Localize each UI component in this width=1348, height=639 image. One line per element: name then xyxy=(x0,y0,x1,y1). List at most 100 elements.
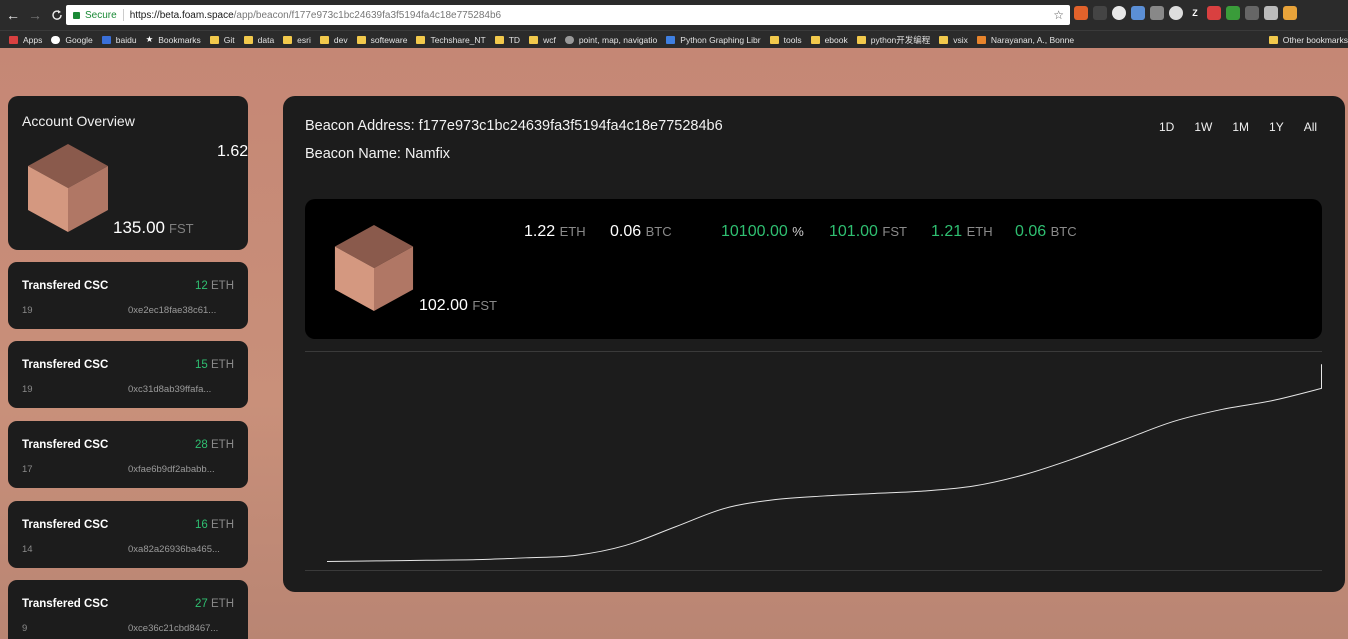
range-all-button[interactable]: All xyxy=(1304,120,1317,134)
folder-icon xyxy=(319,35,329,44)
p-logo-icon xyxy=(976,35,986,44)
cube-icon xyxy=(334,225,414,311)
account-overview-title: Account Overview xyxy=(22,113,135,129)
bookmark-bookmarks[interactable]: ★ Bookmarks xyxy=(146,34,201,45)
address-bar[interactable]: Secure https://beta.foam.space/app/beaco… xyxy=(66,5,1070,25)
percent-change: 10100.00 % xyxy=(721,223,804,240)
bookmark-folder[interactable]: Git xyxy=(209,35,235,45)
bookmark-folder[interactable]: softeware xyxy=(356,35,407,45)
forward-arrow-icon[interactable]: → xyxy=(24,4,46,26)
time-range-selector: 1D 1W 1M 1Y All xyxy=(1159,120,1317,134)
baidu-icon xyxy=(101,35,111,44)
other-bookmarks[interactable]: Other bookmarks xyxy=(1262,31,1348,48)
bookmark-folder[interactable]: python开发编程 xyxy=(856,34,930,46)
transaction-card[interactable]: Transfered CSC 28 ETH 17 0xfae6b9df2abab… xyxy=(8,421,248,488)
btc-change: 0.06 BTC xyxy=(1015,223,1077,240)
extension-icon[interactable] xyxy=(1093,6,1107,20)
extension-icon[interactable] xyxy=(1112,6,1126,20)
globe-icon xyxy=(564,35,574,44)
folder-icon xyxy=(769,35,779,44)
bookmark-folder[interactable]: TD xyxy=(494,35,520,45)
beacon-address: Beacon Address: f177e973c1bc24639fa3f519… xyxy=(305,118,723,134)
extension-icon[interactable] xyxy=(1169,6,1183,20)
btc-balance: 0.06 BTC xyxy=(610,223,672,240)
extension-icon[interactable] xyxy=(1264,6,1278,20)
bookmark-link[interactable]: Narayanan, A., Bonne xyxy=(976,35,1074,45)
url-host: https://beta.foam.space xyxy=(129,9,234,21)
transaction-hash[interactable]: 0xc31d8ab39ffafa... xyxy=(128,384,211,395)
bookmark-google[interactable]: Google xyxy=(51,35,93,45)
bookmark-folder[interactable]: tools xyxy=(769,35,802,45)
transaction-count: 14 xyxy=(22,544,33,555)
cube-icon xyxy=(28,144,108,232)
extension-icon[interactable] xyxy=(1131,6,1145,20)
folder-icon xyxy=(356,35,366,44)
app-page: Account Overview 1.62 E 135.00 FST Trans… xyxy=(0,48,1348,639)
extension-icon[interactable] xyxy=(1283,6,1297,20)
transaction-card[interactable]: Transfered CSC 15 ETH 19 0xc31d8ab39ffaf… xyxy=(8,341,248,408)
reload-icon[interactable] xyxy=(46,4,68,26)
transaction-hash[interactable]: 0xfae6b9df2ababb... xyxy=(128,464,215,475)
transaction-count: 9 xyxy=(22,623,28,634)
range-1m-button[interactable]: 1M xyxy=(1232,120,1249,134)
bookmarks-bar: Apps Google baidu ★ Bookmarks Git data es… xyxy=(0,30,1348,48)
folder-icon xyxy=(1268,36,1278,44)
extension-icon[interactable]: Z xyxy=(1188,6,1202,20)
folder-icon xyxy=(939,35,949,44)
fst-change: 101.00 FST xyxy=(829,223,907,240)
eth-change: 1.21 ETH xyxy=(931,223,993,240)
price-chart xyxy=(305,351,1323,571)
transaction-title: Transfered CSC xyxy=(22,519,109,531)
transaction-title: Transfered CSC xyxy=(22,359,109,371)
transaction-count: 17 xyxy=(22,464,33,475)
folder-icon xyxy=(283,35,293,44)
browser-toolbar: ← → Secure https://beta.foam.space/app/b… xyxy=(0,0,1348,30)
bookmark-star-icon[interactable]: ☆ xyxy=(1053,8,1064,22)
folder-icon xyxy=(494,35,504,44)
range-1y-button[interactable]: 1Y xyxy=(1269,120,1284,134)
bookmark-folder[interactable]: Techshare_NT xyxy=(416,35,486,45)
transaction-hash[interactable]: 0xe2ec18fae38c61... xyxy=(128,305,216,316)
bookmark-baidu[interactable]: baidu xyxy=(101,35,137,45)
eth-balance: 1.22 ETH xyxy=(524,223,586,240)
transaction-title: Transfered CSC xyxy=(22,280,109,292)
transaction-hash[interactable]: 0xce36c21cbd8467... xyxy=(128,623,218,634)
folder-icon xyxy=(416,35,426,44)
extension-icon[interactable] xyxy=(1226,6,1240,20)
extension-icon[interactable] xyxy=(1150,6,1164,20)
transaction-amount: 12 ETH xyxy=(195,280,234,292)
transaction-hash[interactable]: 0xa82a26936ba465... xyxy=(128,544,220,555)
bookmark-apps[interactable]: Apps xyxy=(9,35,42,45)
bookmark-folder[interactable]: data xyxy=(243,35,274,45)
extension-icon[interactable] xyxy=(1074,6,1088,20)
bookmark-folder[interactable]: vsix xyxy=(939,35,968,45)
transaction-amount: 28 ETH xyxy=(195,439,234,451)
transaction-card[interactable]: Transfered CSC 16 ETH 14 0xa82a26936ba46… xyxy=(8,501,248,568)
bookmark-link[interactable]: Python Graphing Libr xyxy=(666,35,761,45)
folder-icon xyxy=(810,35,820,44)
price-line xyxy=(326,387,1323,563)
bookmark-folder[interactable]: ebook xyxy=(810,35,848,45)
transaction-amount: 16 ETH xyxy=(195,519,234,531)
extension-icon[interactable] xyxy=(1207,6,1221,20)
account-eth-value: 1.62 xyxy=(217,143,248,160)
transaction-title: Transfered CSC xyxy=(22,598,109,610)
url-path: /app/beacon/f177e973c1bc24639fa3f5194fa4… xyxy=(233,9,502,21)
folder-icon xyxy=(243,35,253,44)
bookmark-folder[interactable]: dev xyxy=(319,35,348,45)
beacon-stats-panel: 1.22 ETH 0.06 BTC 10100.00 % 101.00 FST … xyxy=(305,199,1322,339)
range-1d-button[interactable]: 1D xyxy=(1159,120,1174,134)
bookmark-folder[interactable]: wcf xyxy=(529,35,556,45)
secure-label: Secure xyxy=(85,9,117,21)
star-icon: ★ xyxy=(145,34,154,44)
google-icon xyxy=(51,35,61,44)
bookmark-link[interactable]: point, map, navigatio xyxy=(564,35,657,45)
extension-icon[interactable] xyxy=(1245,6,1259,20)
transaction-card[interactable]: Transfered CSC 12 ETH 19 0xe2ec18fae38c6… xyxy=(8,262,248,329)
bookmark-folder[interactable]: esri xyxy=(283,35,311,45)
range-1w-button[interactable]: 1W xyxy=(1194,120,1212,134)
back-arrow-icon[interactable]: ← xyxy=(2,4,24,26)
folder-icon xyxy=(856,35,866,44)
transaction-card[interactable]: Transfered CSC 27 ETH 9 0xce36c21cbd8467… xyxy=(8,580,248,639)
transaction-count: 19 xyxy=(22,305,33,316)
